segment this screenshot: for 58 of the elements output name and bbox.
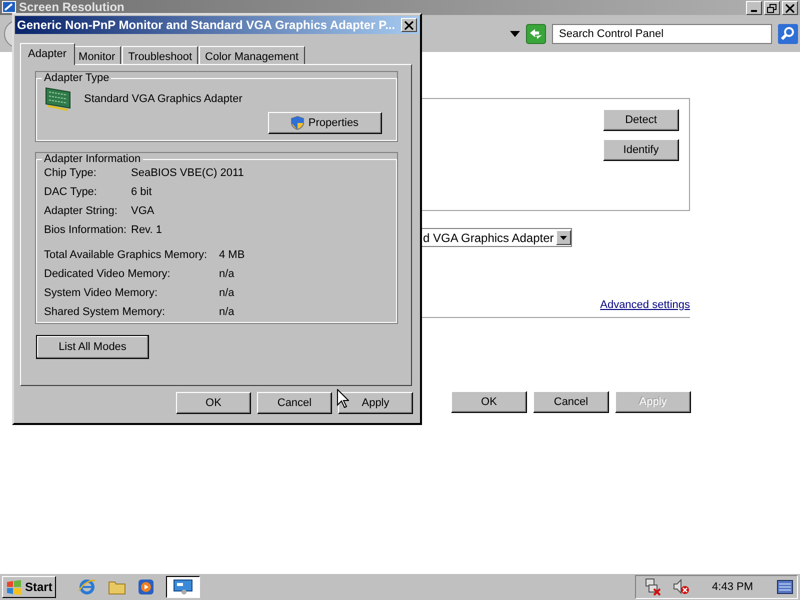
window-title: Screen Resolution [19, 1, 126, 14]
taskbar-window-button[interactable] [166, 576, 200, 598]
dialog-button[interactable]: Detect [603, 109, 679, 131]
close-icon [785, 4, 795, 12]
media-player-icon[interactable] [138, 579, 154, 596]
info-label: Bios Information: [44, 224, 128, 236]
dialog-button[interactable]: OK [176, 392, 251, 414]
info-label: DAC Type: [44, 186, 98, 198]
dialog-button[interactable]: Cancel [533, 391, 609, 413]
list-all-modes-button[interactable]: List All Modes [36, 335, 149, 359]
group-title: Adapter Information [43, 153, 142, 165]
graphics-card-icon [44, 86, 72, 112]
adapter-name: Standard VGA Graphics Adapter [84, 93, 242, 105]
shield-icon [291, 116, 304, 130]
windows-logo-icon [6, 580, 22, 595]
info-value: n/a [219, 268, 236, 280]
dialog-title: Generic Non-PnP Monitor and Standard VGA Graphics Adapter P... [17, 18, 396, 32]
properties-button[interactable]: Properties [268, 112, 382, 134]
minimize-icon [751, 10, 757, 12]
info-value: SeaBIOS VBE(C) 2011 [131, 167, 244, 179]
tab[interactable]: Adapter [20, 43, 75, 65]
close-button[interactable] [401, 18, 417, 32]
display-dropdown[interactable]: d VGA Graphics Adapter [420, 228, 572, 247]
show-desktop-icon[interactable] [777, 580, 793, 594]
advanced-settings-link[interactable]: Advanced settings [600, 299, 690, 311]
info-value: Rev. 1 [131, 224, 163, 236]
start-button[interactable]: Start [2, 576, 56, 598]
display-settings-icon [173, 579, 194, 596]
cursor-icon [337, 389, 349, 408]
dialog-button[interactable]: Cancel [257, 392, 332, 414]
search-icon[interactable] [778, 24, 798, 44]
info-value: VGA [131, 205, 156, 217]
info-label: System Video Memory: [44, 287, 159, 299]
dialog-button[interactable]: Apply [338, 392, 413, 414]
tab[interactable]: Troubleshoot [122, 46, 198, 65]
refresh-icon[interactable] [526, 24, 546, 44]
clock: 4:43 PM [712, 581, 753, 594]
dropdown-arrow-icon[interactable] [510, 30, 520, 36]
speaker-muted-icon[interactable] [672, 578, 690, 596]
info-label: Chip Type: [44, 167, 98, 179]
restore-icon [767, 4, 777, 12]
info-label: Adapter String: [44, 205, 118, 217]
dialog-button[interactable]: OK [451, 391, 527, 413]
close-icon [404, 20, 414, 30]
network-error-icon[interactable] [644, 578, 662, 596]
info-value: n/a [219, 287, 236, 299]
display-icon [2, 1, 16, 15]
info-value: 6 bit [131, 186, 153, 198]
dropdown-arrow-icon [560, 236, 567, 240]
tab[interactable]: Color Management [199, 46, 305, 65]
search-field[interactable]: Search Control Panel [552, 24, 772, 44]
info-value: 4 MB [219, 249, 245, 261]
dialog-button[interactable]: Identify [603, 139, 679, 161]
info-value: n/a [219, 306, 236, 318]
info-label: Shared System Memory: [44, 306, 166, 318]
group-title: Adapter Type [43, 72, 110, 84]
info-label: Dedicated Video Memory: [44, 268, 172, 280]
info-label: Total Available Graphics Memory: [44, 249, 208, 261]
